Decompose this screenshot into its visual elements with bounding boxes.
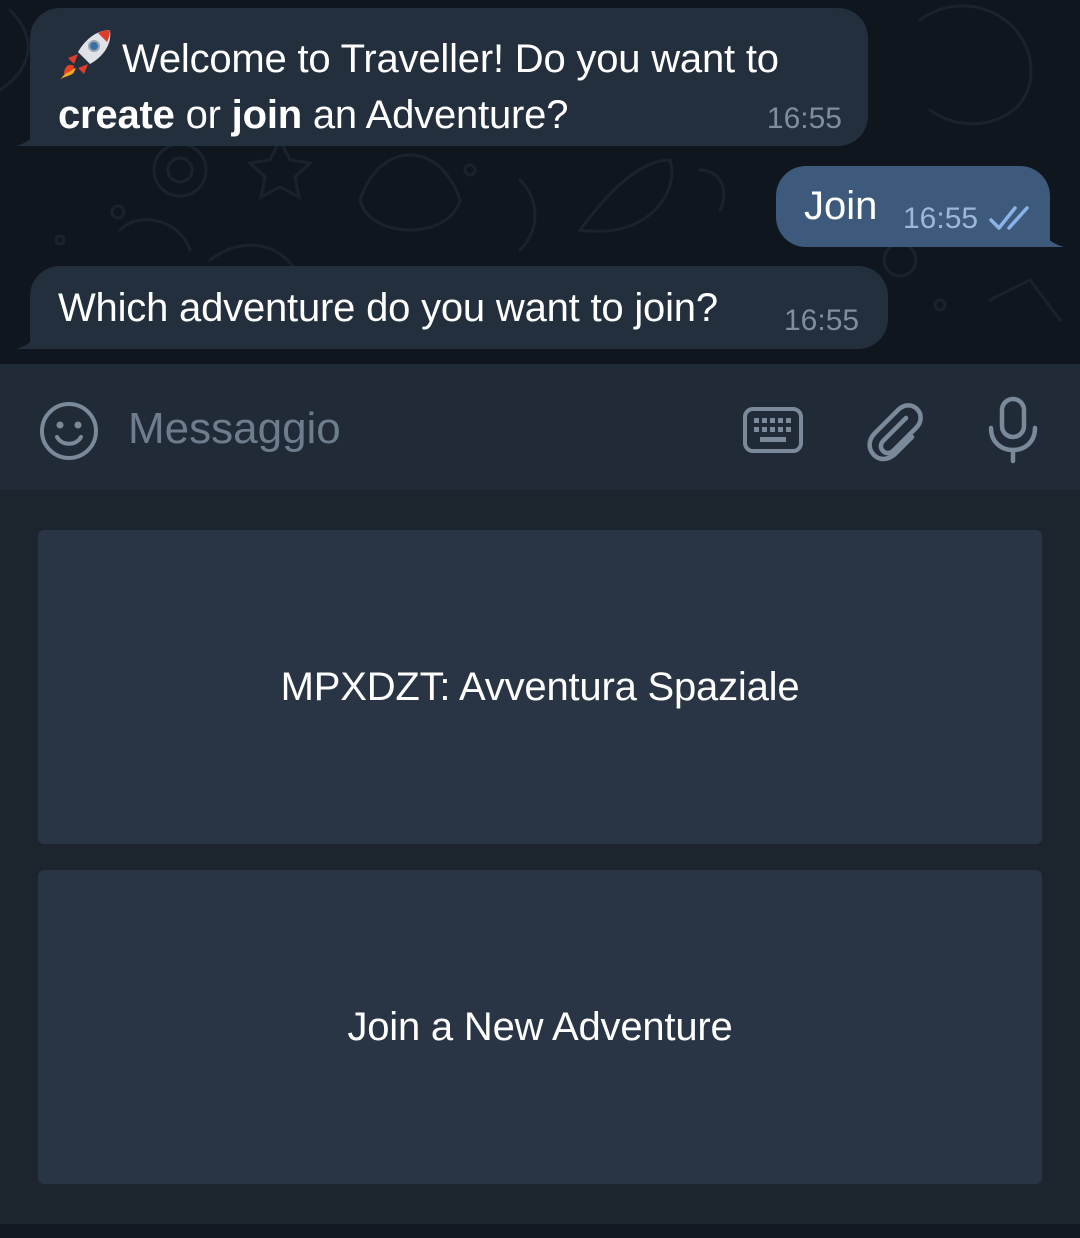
bold-create: create [58, 93, 175, 137]
message-time: 16:55 [903, 202, 979, 235]
reply-keyboard: MPXDZT: Avventura Spaziale Join a New Ad… [0, 490, 1080, 1238]
incoming-message-welcome: Welcome to Traveller! Do you want to crea… [16, 8, 868, 146]
keyboard-icon[interactable] [742, 406, 804, 454]
reply-button-mpxdzt[interactable]: MPXDZT: Avventura Spaziale [38, 530, 1042, 844]
bubble-tail [16, 325, 42, 349]
smiley-icon[interactable] [38, 400, 100, 462]
message-text: Which adventure do you want to join? [58, 286, 718, 330]
message-composer: Messaggio [0, 364, 1080, 490]
message-time: 16:55 [784, 304, 860, 337]
paperclip-icon[interactable] [862, 398, 926, 462]
message-text: Welcome to Traveller! Do you want to crea… [58, 28, 840, 143]
message-time: 16:55 [766, 102, 842, 135]
bottom-divider [0, 1224, 1080, 1238]
bubble-tail [1038, 223, 1064, 247]
reply-button-join-new-adventure[interactable]: Join a New Adventure [38, 870, 1042, 1184]
rocket-icon [60, 30, 111, 80]
double-check-icon [989, 206, 1029, 230]
microphone-icon[interactable] [986, 396, 1040, 464]
chat-area: Welcome to Traveller! Do you want to crea… [0, 0, 1080, 364]
bold-join: join [231, 93, 302, 137]
bubble-tail [16, 122, 42, 146]
message-text: Join [804, 184, 878, 228]
message-input[interactable]: Messaggio [128, 404, 341, 454]
outgoing-message-join: Join 16:55 [776, 166, 1064, 247]
incoming-message-question: Which adventure do you want to join? 16:… [16, 266, 888, 349]
